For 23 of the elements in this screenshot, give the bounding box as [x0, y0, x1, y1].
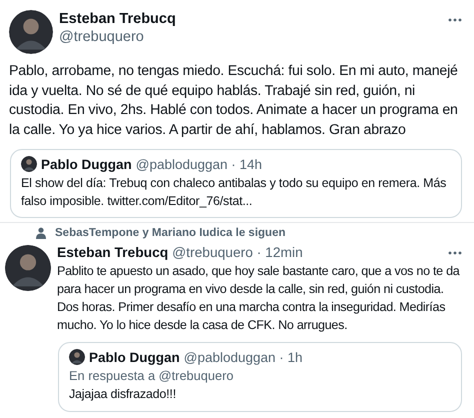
author-handle: @trebuquero · 12min: [172, 245, 303, 260]
avatar: [69, 349, 85, 365]
author-handle: @trebuquero: [59, 29, 145, 45]
reply-context: En respuesta a @trebuquero: [69, 368, 235, 383]
author-name: Pablo Duggan: [89, 350, 180, 364]
tweet-text: Pablito te apuesto un asado, que hoy sale bastante caro, que a vos no te da para hacer un programa en vivo desde la calle, sin red, guión ni custodia. Dos horas. Primer desafío en una marcha contra la inseguridad. Medirías mucho. Yo lo hice desde la casa de CFK. No arrugues.: [57, 263, 461, 334]
author-handle: @pabloduggan · 1h: [184, 350, 303, 364]
avatar: [9, 10, 53, 54]
quoted-text: Jajajaa disfrazado!!!: [69, 386, 177, 403]
person-icon: [35, 227, 47, 239]
author-name: Esteban Trebucq: [59, 11, 177, 27]
more-icon[interactable]: [448, 18, 462, 22]
quoted-tweet[interactable]: Pablo Duggan @pabloduggan · 1h En respuesta a @trebuquero Jajajaa disfrazado!!!: [58, 342, 462, 412]
author-name: Esteban Trebucq: [57, 245, 168, 260]
avatar: [21, 156, 37, 172]
social-context: SebasTempone y Mariano Iudica le siguen: [55, 227, 286, 239]
more-icon[interactable]: [448, 250, 462, 254]
avatar: [5, 245, 51, 291]
author-handle: @pabloduggan · 14h: [136, 156, 262, 172]
quoted-tweet[interactable]: Pablo Duggan @pabloduggan · 14h El show del día: Trebuq con chaleco antibalas y todo su equipo en remera. Más falso imposible. twitter.com/Editor_76/stat...: [10, 149, 462, 218]
author-name: Pablo Duggan: [41, 156, 132, 172]
tweet-text: Pablo, arrobame, no tengas miedo. Escuchá: fui solo. En mi auto, manejé ida y vuelta. No sé de qué equipo hablás. Trabajé sin red, guión, ni custodia. En vivo, 2hs. Hablé con todos. Animate a hacer un programa en la calle. Yo ya hice varios. A partir de ahí, hablamos. Gran abrazo: [9, 62, 459, 140]
quoted-text: El show del día: Trebuq con chaleco antibalas y todo su equipo en remera. Más falso imposible. twitter.com/Editor_76/stat...: [21, 175, 448, 210]
